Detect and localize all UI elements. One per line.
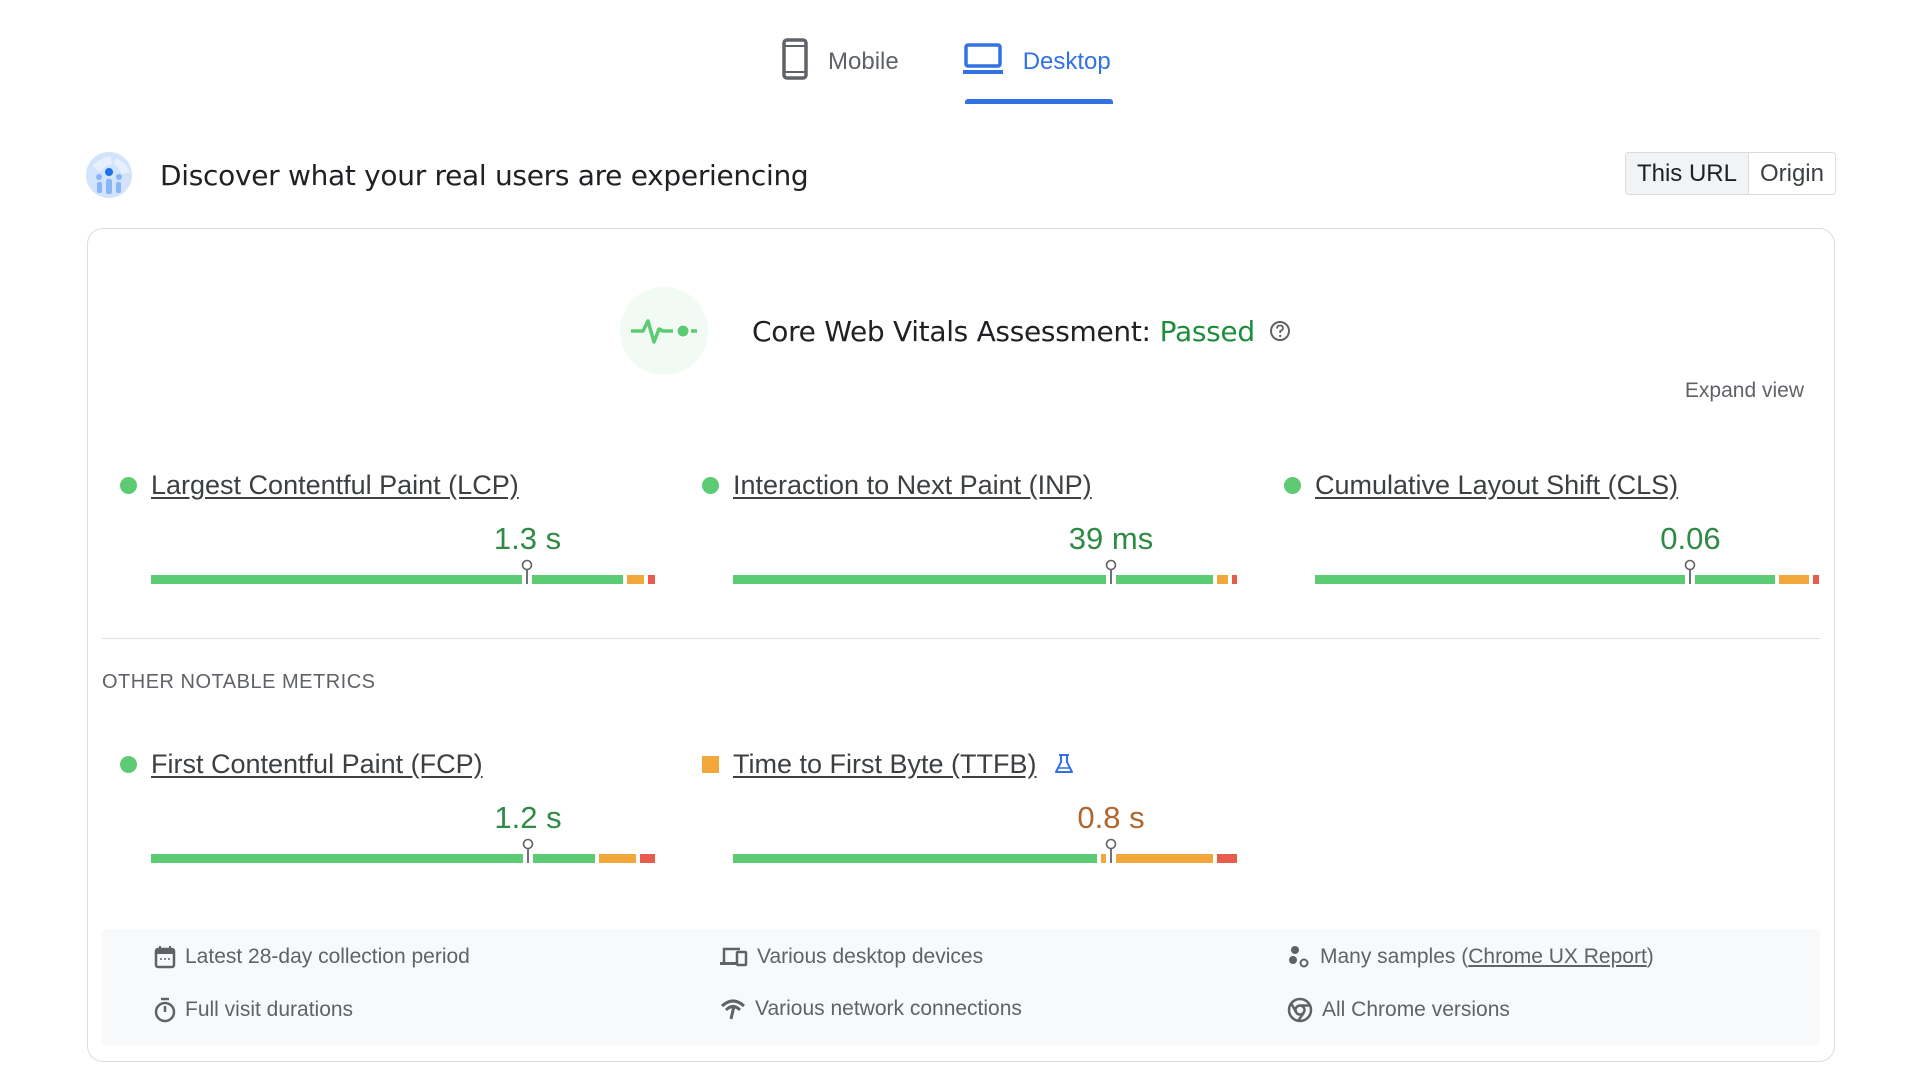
status-good-icon (120, 476, 137, 494)
heartbeat-icon (620, 287, 708, 375)
bar-segment-good (1116, 575, 1213, 584)
footer-text: Many samples ( (1320, 945, 1469, 968)
smartphone-icon (782, 37, 808, 87)
other-metrics-heading: OTHER NOTABLE METRICS (102, 671, 376, 693)
status-needs-improvement-icon (702, 755, 719, 773)
calendar-icon (154, 945, 176, 969)
bar-segment-poor (639, 854, 655, 863)
p75-marker-icon (1104, 559, 1118, 585)
bar-segment-good (151, 575, 523, 584)
cwv-assessment: Core Web Vitals Assessment: Passed (620, 287, 1291, 375)
scope-toggle: This URL Origin (1624, 152, 1836, 195)
bar-segment-ni (1116, 854, 1213, 863)
scope-this-url-button[interactable]: This URL (1625, 153, 1749, 194)
metric-value: 1.3 s (493, 521, 562, 556)
distribution-bar (1315, 559, 1819, 584)
bar-segment-good (1315, 575, 1686, 584)
metric-value: 0.06 (1660, 521, 1721, 556)
metric-name-link[interactable]: Largest Contentful Paint (LCP) (151, 470, 519, 501)
footer-samples: Many samples (Chrome UX Report) (1287, 945, 1654, 969)
footer-text-suffix: ) (1646, 945, 1654, 968)
bar-segment-good (1695, 575, 1775, 584)
p75-marker-icon (520, 559, 534, 585)
bar-segment-poor (1812, 575, 1819, 584)
distribution-bar (733, 838, 1237, 863)
metric-name-link[interactable]: Time to First Byte (TTFB) (733, 749, 1037, 780)
bar-segment-good (532, 575, 623, 584)
expand-view-link[interactable]: Expand view (1685, 379, 1804, 403)
metric-value: 39 ms (1068, 521, 1154, 556)
chrome-ux-report-link[interactable]: Chrome UX Report (1468, 945, 1647, 969)
footer-visit-durations: Full visit durations (154, 997, 353, 1023)
data-source-footer: Latest 28-day collection period Various … (102, 929, 1820, 1046)
footer-text: All Chrome versions (1322, 998, 1510, 1021)
footer-collection-period: Latest 28-day collection period (154, 945, 470, 969)
footer-devices: Various desktop devices (720, 945, 983, 969)
devices-icon (720, 946, 748, 968)
bar-segment-good (151, 854, 523, 863)
chrome-icon (1287, 997, 1313, 1023)
footer-text: Various network connections (755, 997, 1022, 1020)
status-good-icon (1284, 476, 1301, 494)
help-circle-icon[interactable] (1269, 320, 1291, 342)
p75-marker-icon (521, 838, 535, 864)
status-good-icon (702, 476, 719, 494)
crux-users-globe-icon (86, 152, 132, 198)
device-tabs: Mobile Desktop (780, 34, 1113, 104)
footer-text: Various desktop devices (757, 945, 984, 968)
metric-cls: Cumulative Layout Shift (CLS) 0.06 (1284, 465, 1819, 584)
samples-icon (1287, 945, 1311, 969)
bar-segment-poor (1216, 854, 1237, 863)
distribution-bar (151, 838, 655, 863)
bar-segment-ni (1216, 575, 1228, 584)
metric-lcp: Largest Contentful Paint (LCP) 1.3 s (120, 465, 655, 584)
laptop-icon (962, 42, 1003, 82)
timer-icon (154, 997, 176, 1023)
bar-segment-ni (1778, 575, 1809, 584)
bar-segment-poor (647, 575, 655, 584)
p75-marker-icon (1683, 559, 1697, 585)
metric-inp: Interaction to Next Paint (INP) 39 ms (702, 465, 1237, 584)
bar-segment-poor (1231, 575, 1237, 584)
metric-name-link[interactable]: Interaction to Next Paint (INP) (733, 470, 1092, 501)
tab-mobile-label: Mobile (828, 48, 899, 75)
metric-value: 1.2 s (494, 800, 562, 835)
metric-value: 0.8 s (1077, 800, 1145, 835)
field-data-header: Discover what your real users are experi… (86, 150, 1836, 200)
section-divider (102, 638, 1820, 639)
assessment-status: Passed (1159, 314, 1255, 348)
bar-segment-good (733, 575, 1106, 584)
p75-marker-icon (1104, 838, 1118, 864)
distribution-bar (733, 559, 1237, 584)
bar-segment-good (733, 854, 1098, 863)
status-good-icon (120, 755, 137, 773)
metric-name-link[interactable]: Cumulative Layout Shift (CLS) (1315, 470, 1678, 501)
tab-mobile[interactable]: Mobile (780, 34, 901, 90)
metric-ttfb: Time to First Byte (TTFB) 0.8 s (702, 744, 1237, 863)
tab-desktop-label: Desktop (1022, 48, 1111, 75)
field-data-card: Core Web Vitals Assessment: Passed Expan… (87, 228, 1835, 1062)
bar-segment-ni (626, 575, 644, 584)
assessment-label: Core Web Vitals Assessment: (752, 314, 1151, 348)
footer-text: Full visit durations (185, 998, 354, 1021)
footer-network: Various network connections (720, 997, 1022, 1021)
footer-chrome-versions: All Chrome versions (1287, 997, 1510, 1023)
metric-name-link[interactable]: First Contentful Paint (FCP) (151, 749, 483, 780)
bar-segment-ni (599, 854, 636, 863)
footer-text: Latest 28-day collection period (185, 945, 470, 968)
tab-desktop[interactable]: Desktop (961, 34, 1113, 104)
distribution-bar (151, 559, 655, 584)
network-icon (720, 998, 746, 1020)
section-title: Discover what your real users are experi… (160, 158, 809, 192)
flask-icon[interactable] (1053, 753, 1075, 775)
bar-segment-good (532, 854, 596, 863)
scope-origin-button[interactable]: Origin (1748, 153, 1835, 194)
metric-fcp: First Contentful Paint (FCP) 1.2 s (120, 744, 655, 863)
